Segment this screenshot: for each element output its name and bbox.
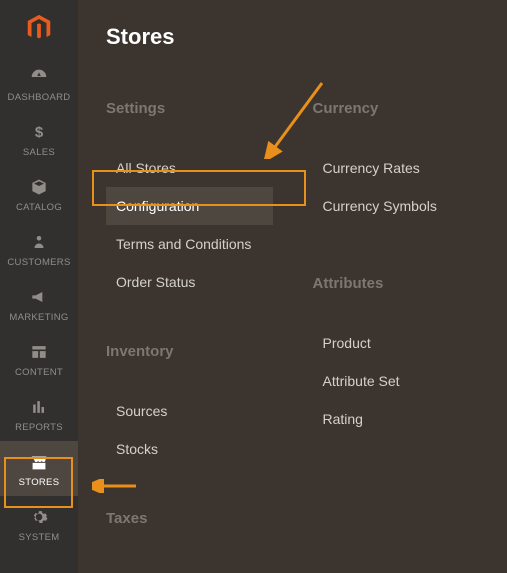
menu-item-currency-rates[interactable]: Currency Rates [313,149,480,187]
menu-item-terms-and-conditions[interactable]: Terms and Conditions [106,225,273,263]
nav-label: SALES [23,147,55,158]
menu-group-currency: Currency Currency Rates Currency Symbols [313,100,480,225]
flyout-column-2: Currency Currency Rates Currency Symbols… [313,100,480,573]
gear-icon [28,506,50,528]
menu-item-rating[interactable]: Rating [313,400,480,438]
nav-content[interactable]: CONTENT [0,331,78,386]
menu-group-taxes: Taxes Tax Rules [106,510,273,573]
nav-label: SYSTEM [19,532,60,543]
nav-label: DASHBOARD [8,92,71,103]
nav-label: MARKETING [9,312,68,323]
menu-group-inventory: Inventory Sources Stocks [106,343,273,468]
group-heading: Taxes [106,510,273,527]
menu-item-currency-symbols[interactable]: Currency Symbols [313,187,480,225]
bar-chart-icon [28,396,50,418]
menu-item-sources[interactable]: Sources [106,392,273,430]
menu-group-attributes: Attributes Product Attribute Set Rating [313,275,480,438]
nav-marketing[interactable]: MARKETING [0,276,78,331]
nav-customers[interactable]: CUSTOMERS [0,221,78,276]
menu-item-stocks[interactable]: Stocks [106,430,273,468]
group-heading: Settings [106,100,273,117]
magento-logo-icon [24,13,54,43]
svg-text:$: $ [35,124,44,141]
menu-item-tax-rules[interactable]: Tax Rules [106,559,273,573]
menu-item-configuration[interactable]: Configuration [106,187,273,225]
group-heading: Inventory [106,343,273,360]
layout-icon [28,341,50,363]
group-heading: Currency [313,100,480,117]
nav-reports[interactable]: REPORTS [0,386,78,441]
page-title: Stores [106,24,479,50]
nav-label: CONTENT [15,367,63,378]
nav-sales[interactable]: $ SALES [0,111,78,166]
nav-system[interactable]: SYSTEM [0,496,78,551]
nav-label: CATALOG [16,202,62,213]
stores-flyout-panel: Stores Settings All Stores Configuration… [78,0,507,573]
dashboard-icon [28,66,50,88]
menu-item-product[interactable]: Product [313,324,480,362]
nav-label: REPORTS [15,422,63,433]
dollar-icon: $ [28,121,50,143]
nav-label: STORES [19,477,60,488]
megaphone-icon [28,286,50,308]
magento-logo [0,0,78,56]
nav-label: CUSTOMERS [7,257,70,268]
group-heading: Attributes [313,275,480,292]
nav-catalog[interactable]: CATALOG [0,166,78,221]
menu-item-order-status[interactable]: Order Status [106,263,273,301]
nav-dashboard[interactable]: DASHBOARD [0,56,78,111]
flyout-column-1: Settings All Stores Configuration Terms … [106,100,273,573]
menu-item-attribute-set[interactable]: Attribute Set [313,362,480,400]
nav-stores[interactable]: STORES [0,441,78,496]
person-icon [28,231,50,253]
menu-item-all-stores[interactable]: All Stores [106,149,273,187]
store-icon [28,451,50,473]
left-sidebar: DASHBOARD $ SALES CATALOG CUSTOMERS MARK… [0,0,78,573]
menu-group-settings: Settings All Stores Configuration Terms … [106,100,273,301]
box-icon [28,176,50,198]
